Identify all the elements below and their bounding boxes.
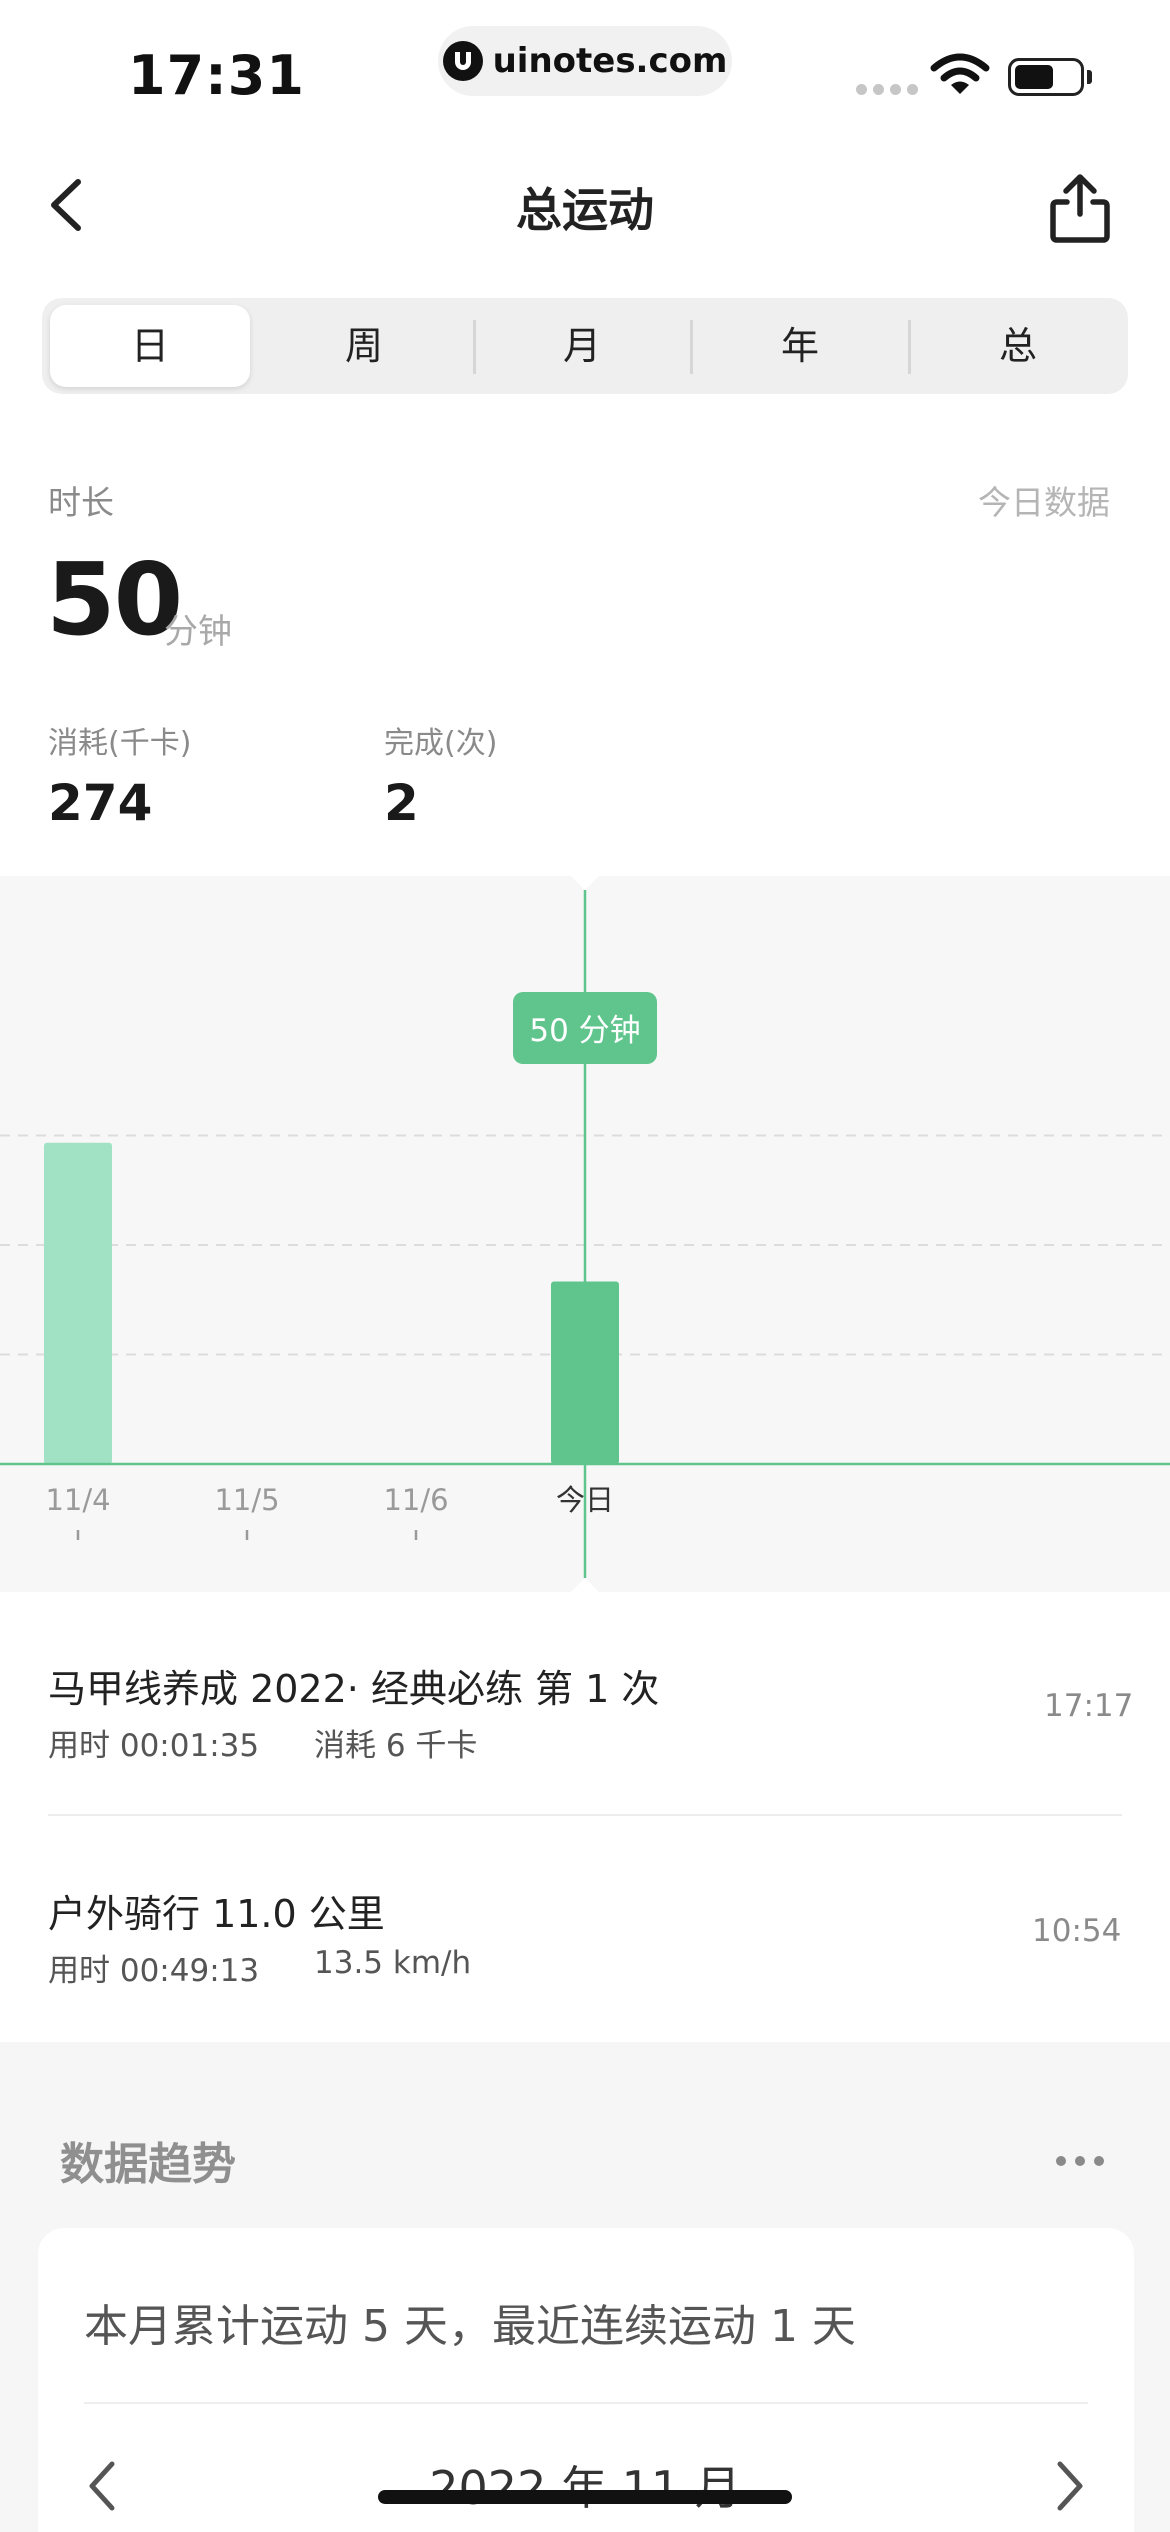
- chart-selection-notch: [571, 876, 599, 890]
- record-duration: 用时 00:01:35: [48, 1728, 260, 1764]
- chart-tooltip-text: 50 分钟: [529, 1013, 640, 1049]
- month-label: 2022 年 11 月: [429, 2461, 741, 2515]
- more-icon[interactable]: [1056, 2156, 1104, 2166]
- record-calories: 消耗 6 千卡: [314, 1728, 478, 1764]
- chart-selection-notch: [571, 1578, 599, 1592]
- tab-day[interactable]: 日: [50, 298, 250, 394]
- record-time: 10:54: [1032, 1913, 1122, 1949]
- duration-label: 时长: [48, 483, 114, 522]
- tab-separator: [473, 320, 476, 374]
- trend-summary: 本月累计运动 5 天，最近连续运动 1 天: [84, 2301, 856, 2352]
- duration-value: 50: [46, 541, 183, 658]
- tab-separator: [908, 320, 911, 374]
- battery-icon: [1008, 58, 1084, 96]
- chart-x-tick-label: 11/6: [383, 1483, 448, 1517]
- url-pill[interactable]: uinotes.com: [438, 26, 732, 96]
- record-divider: [48, 1814, 1122, 1816]
- site-logo-icon: [442, 41, 483, 81]
- tab-week[interactable]: 周: [264, 298, 464, 394]
- card-divider: [84, 2402, 1088, 2404]
- page-title: 总运动: [516, 183, 654, 237]
- tab-month[interactable]: 月: [482, 298, 682, 394]
- home-indicator[interactable]: [378, 2490, 792, 2504]
- today-data-label: 今日数据: [978, 483, 1110, 522]
- completed-value: 2: [384, 774, 419, 832]
- tab-total[interactable]: 总: [918, 298, 1118, 394]
- chart-bar: [44, 1142, 112, 1464]
- cellular-signal-icon: [856, 84, 918, 95]
- record-time: 17:17: [1044, 1688, 1134, 1724]
- chart-x-tick-label: 11/5: [214, 1483, 279, 1517]
- duration-unit: 分钟: [164, 612, 232, 652]
- battery-tip: [1087, 70, 1092, 84]
- tab-year[interactable]: 年: [700, 298, 900, 394]
- completed-label: 完成(次): [384, 726, 498, 761]
- share-icon[interactable]: [1045, 170, 1115, 246]
- chart-x-tick-label: 11/4: [45, 1483, 110, 1517]
- tab-separator: [690, 320, 693, 374]
- duration-bar-chart[interactable]: 50 分钟 11/4 11/5 11/6 今日: [0, 876, 1170, 1592]
- wifi-icon: [930, 53, 990, 94]
- record-duration: 用时 00:49:13: [48, 1953, 260, 1989]
- status-time: 17:31: [128, 44, 305, 107]
- calories-label: 消耗(千卡): [48, 726, 192, 761]
- chart-canvas: 50 分钟 11/4 11/5 11/6 今日: [0, 876, 1170, 1592]
- chart-x-tick-label: 今日: [556, 1483, 614, 1517]
- calories-value: 274: [48, 774, 153, 832]
- next-month-icon[interactable]: [1044, 2456, 1094, 2516]
- record-title[interactable]: 马甲线养成 2022· 经典必练 第 1 次: [48, 1658, 659, 1713]
- record-title[interactable]: 户外骑行 11.0 公里: [48, 1883, 385, 1938]
- url-text: uinotes.com: [492, 41, 728, 81]
- trend-title: 数据趋势: [60, 2139, 236, 2190]
- record-speed: 13.5 km/h: [314, 1945, 472, 1981]
